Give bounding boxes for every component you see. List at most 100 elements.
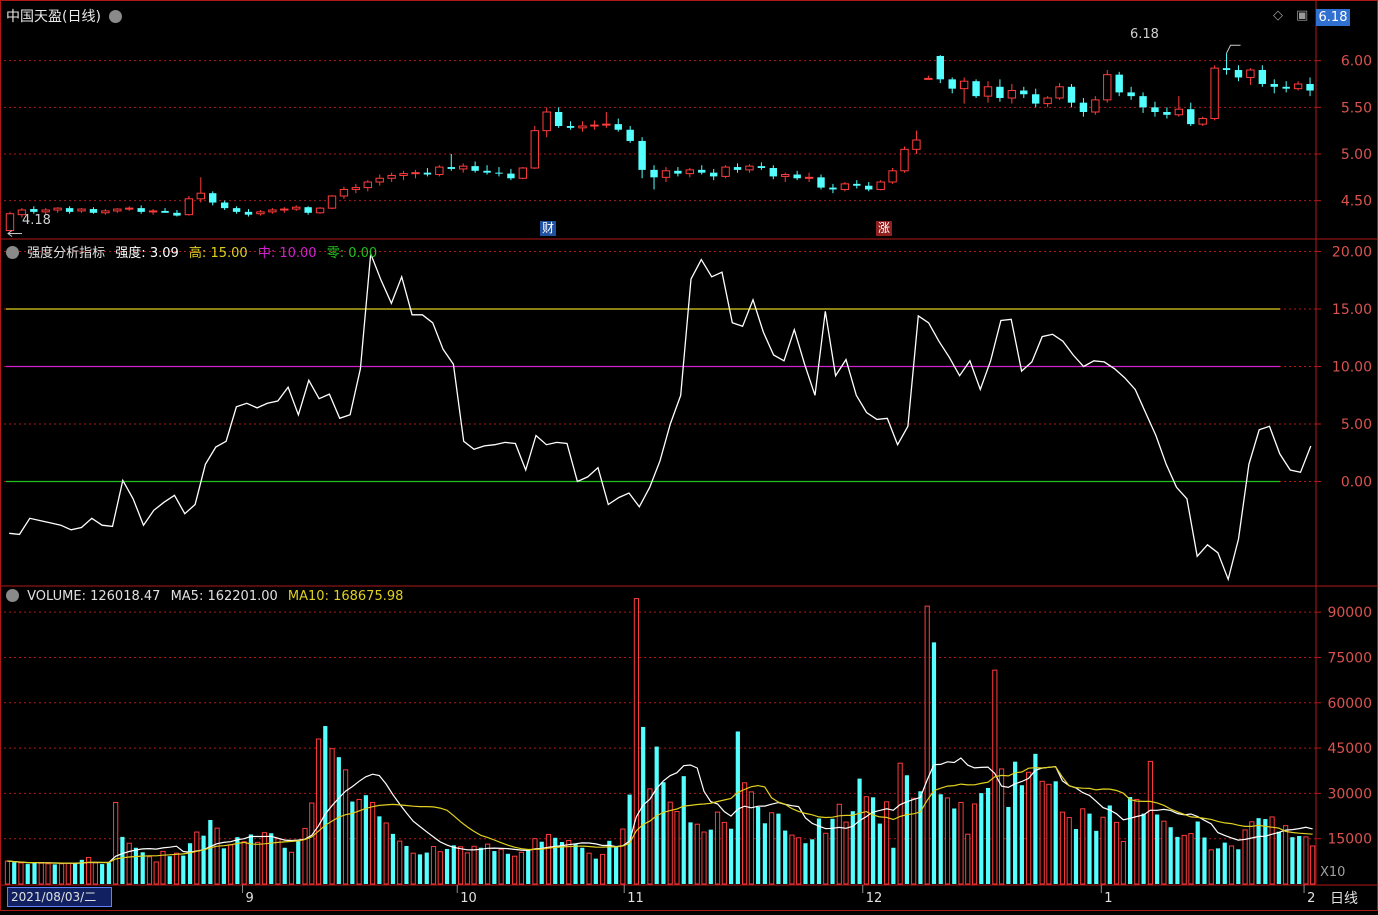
volume-bar xyxy=(891,847,896,884)
chevron-down-icon[interactable] xyxy=(6,246,19,259)
candle-body xyxy=(363,181,372,189)
candle xyxy=(554,107,563,128)
volume-bar xyxy=(1202,837,1207,884)
candle-body xyxy=(948,79,956,89)
candle-body xyxy=(280,208,289,211)
event-marker-zhang[interactable]: 涨 xyxy=(876,221,892,236)
volume-bar xyxy=(857,778,862,884)
volume-bar xyxy=(810,839,815,884)
volume-bar xyxy=(485,843,491,885)
volume-bar xyxy=(714,811,721,885)
volume-bar xyxy=(756,806,761,884)
volume-bar xyxy=(593,858,598,884)
volume-bar xyxy=(1242,829,1248,885)
period-selector[interactable]: 日线 xyxy=(1330,888,1358,908)
volume-bar xyxy=(498,848,504,885)
volume-bar xyxy=(282,847,287,884)
candle-body xyxy=(996,86,1004,98)
chart-window[interactable]: 6.00 5.50 5.00 4.50 20.00 15.00 10.00 5.00 0.00 9… xyxy=(0,0,1378,911)
volume-tick-label: 75000 xyxy=(1327,650,1372,666)
window-toggle-icon[interactable]: ▣ xyxy=(1296,8,1308,23)
ma5-value: 162201.00 xyxy=(207,589,278,604)
candle-body xyxy=(865,185,873,190)
candle-body xyxy=(244,211,253,215)
candle xyxy=(1067,84,1076,108)
volume-bar xyxy=(688,822,693,884)
volume-bar xyxy=(681,776,686,884)
chevron-down-icon[interactable] xyxy=(6,589,19,602)
volume-bar xyxy=(1181,834,1187,885)
candle xyxy=(1198,116,1207,126)
candle xyxy=(351,183,361,194)
candle xyxy=(1187,102,1195,126)
candle-body xyxy=(220,202,229,209)
volume-bar xyxy=(1147,760,1153,885)
volume-bar xyxy=(816,818,822,884)
volume-bar xyxy=(647,788,653,885)
window-border xyxy=(0,0,1378,911)
date-cursor-box[interactable]: 2021/08/03/二 xyxy=(7,887,112,907)
candle-body xyxy=(173,212,181,216)
month-label: 12 xyxy=(866,891,883,906)
candle xyxy=(5,211,15,232)
volume-bar xyxy=(38,862,44,885)
indicator-tick-label: 20.00 xyxy=(1332,245,1372,261)
stock-title: 中国天盈(日线) xyxy=(6,6,126,26)
candle-body xyxy=(375,177,384,183)
volume-bar xyxy=(424,852,429,884)
indicator-name: 强度分析指标 xyxy=(27,246,106,261)
candle-body xyxy=(339,188,349,197)
volume-bar xyxy=(1297,835,1302,884)
candle-body xyxy=(1103,74,1112,101)
volume-bar xyxy=(1033,753,1038,884)
candle xyxy=(173,210,181,217)
volume-bar xyxy=(248,834,254,884)
month-label: 11 xyxy=(627,891,644,906)
candle-body xyxy=(411,172,420,175)
volume-bar xyxy=(843,821,849,885)
candle xyxy=(399,170,408,181)
volume-tick-label: 45000 xyxy=(1327,741,1372,757)
candle-body xyxy=(5,213,15,232)
volume-bar xyxy=(965,833,971,885)
candle xyxy=(614,118,622,132)
candle-body xyxy=(209,193,217,203)
event-marker-cai[interactable]: 财 xyxy=(540,221,556,236)
candle-body xyxy=(578,125,587,129)
volume-bar xyxy=(1195,821,1200,884)
chart-canvas[interactable]: 6.005.505.004.5020.0015.0010.005.000.009… xyxy=(0,0,1378,911)
volume-bar xyxy=(1087,813,1092,884)
candle xyxy=(1043,96,1052,108)
candle xyxy=(232,206,241,214)
diamond-icon[interactable]: ◇ xyxy=(1273,8,1283,23)
candle xyxy=(184,196,194,216)
high-marker-arrow xyxy=(1226,44,1241,54)
candle-body xyxy=(1115,74,1123,93)
volume-bar xyxy=(694,823,700,885)
volume-bar xyxy=(526,849,531,884)
candle-body xyxy=(196,192,205,200)
volume-bar xyxy=(776,813,781,884)
candle-body xyxy=(89,209,98,213)
candle xyxy=(936,55,944,84)
volume-bar xyxy=(1310,845,1316,885)
candle xyxy=(411,169,420,179)
candle-body xyxy=(709,172,718,177)
low-price-marker: 4.18 xyxy=(22,213,51,228)
indicator-tick-label: 0.00 xyxy=(1341,475,1372,491)
candle-body xyxy=(530,130,539,169)
candle xyxy=(685,168,695,178)
candle xyxy=(626,126,634,143)
candle-body xyxy=(733,167,742,170)
candle-body xyxy=(876,181,885,190)
zero-value: 0.00 xyxy=(348,246,378,261)
candle-body xyxy=(41,209,50,213)
candlestick-series xyxy=(5,53,1314,232)
volume-bar xyxy=(1208,849,1214,885)
volume-bars xyxy=(4,598,1316,885)
strength-line xyxy=(9,253,1312,582)
volume-bar xyxy=(113,801,119,885)
volume-bar xyxy=(1080,808,1086,885)
chevron-down-icon[interactable] xyxy=(109,10,123,23)
candle-body xyxy=(781,174,790,177)
